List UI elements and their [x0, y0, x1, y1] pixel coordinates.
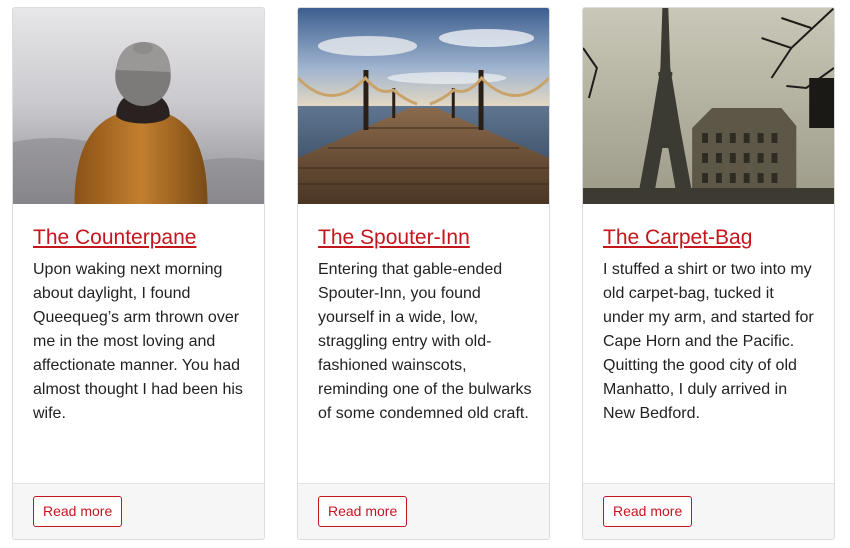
card-the-carpet-bag: The Carpet-Bag I stuffed a shirt or two …	[582, 7, 835, 540]
person-in-fog-photo	[13, 8, 264, 204]
card-text: Entering that gable-ended Spouter-Inn, y…	[318, 261, 532, 422]
card-title: The Spouter-Inn	[318, 224, 537, 252]
card-title-link[interactable]: The Spouter-Inn	[318, 226, 470, 249]
read-more-button[interactable]: Read more	[603, 496, 693, 527]
read-more-button[interactable]: Read more	[318, 496, 408, 527]
pier-over-sea-photo	[298, 8, 549, 204]
card-footer: Read more	[298, 483, 549, 539]
card-title-link[interactable]: The Carpet-Bag	[603, 226, 752, 249]
read-more-button[interactable]: Read more	[33, 496, 123, 527]
card-the-counterpane: The Counterpane Upon waking next morning…	[12, 7, 265, 540]
card-footer: Read more	[13, 483, 264, 539]
card-text: Upon waking next morning about daylight,…	[33, 261, 243, 422]
card-footer: Read more	[583, 483, 834, 539]
card-title-link[interactable]: The Counterpane	[33, 226, 196, 249]
eiffel-tower-photo	[583, 8, 834, 204]
card-title: The Counterpane	[33, 224, 252, 252]
card-title: The Carpet-Bag	[603, 224, 822, 252]
card-the-spouter-inn: The Spouter-Inn Entering that gable-ende…	[297, 7, 550, 540]
card-text: I stuffed a shirt or two into my old car…	[603, 261, 814, 422]
